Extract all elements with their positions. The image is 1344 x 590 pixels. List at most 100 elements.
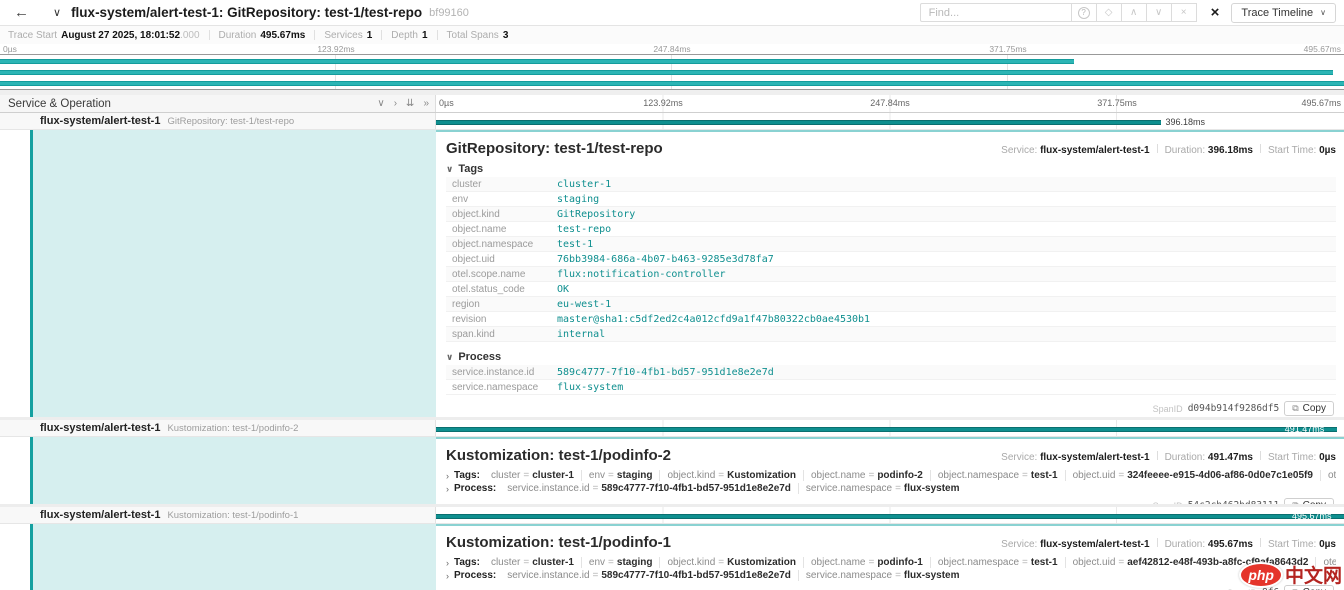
tags-collapsed-row[interactable]: › Tags: cluster=cluster-1env=stagingobje…	[446, 470, 1336, 481]
span-detail-meta: Service: flux-system/alert-test-1Duratio…	[1001, 451, 1336, 463]
chevron-down-icon: ∨	[446, 164, 453, 174]
span-row-podinfo-1[interactable]: flux-system/alert-test-1 Kustomization: …	[0, 507, 1344, 524]
span-detail-podinfo-1: Kustomization: test-1/podinfo-1 Service:…	[0, 524, 1344, 590]
timeline-header-row: Service & Operation ∨ › ⇊ » 0µs123.92ms2…	[0, 95, 1344, 113]
span-row-podinfo-2[interactable]: flux-system/alert-test-1 Kustomization: …	[0, 420, 1344, 437]
view-dropdown[interactable]: Trace Timeline ∨	[1231, 3, 1336, 23]
trace-timeline: Service & Operation ∨ › ⇊ » 0µs123.92ms2…	[0, 95, 1344, 590]
process-row: service.instance.id589c4777-7f10-4fb1-bd…	[446, 365, 1336, 380]
span-detail-meta: Service: flux-system/alert-test-1Duratio…	[1001, 538, 1336, 550]
span-operation-name: Kustomization: test-1/podinfo-2	[167, 423, 298, 434]
span-operation-name: GitRepository: test-1/test-repo	[167, 116, 294, 127]
span-duration-label: 396.18ms	[1165, 117, 1205, 127]
span-detail-title: GitRepository: test-1/test-repo	[446, 140, 663, 157]
tag-row: object.uid76bb3984-686a-4b07-b463-9285e3…	[446, 252, 1336, 267]
service-operation-header: Service & Operation	[8, 98, 377, 110]
trace-summary-bar: Trace StartAugust 27 2025, 18:01:52.000 …	[0, 26, 1344, 44]
tag-pill: object.kind=Kustomization	[660, 557, 804, 568]
minimap-span-bar	[0, 81, 1344, 86]
tag-row: otel.status_codeOK	[446, 282, 1336, 297]
span-detail-title: Kustomization: test-1/podinfo-2	[446, 447, 671, 464]
tag-pill: cluster=cluster-1	[484, 557, 582, 568]
span-duration-label: 495.67ms	[1292, 511, 1332, 521]
expand-one-icon[interactable]: ›	[394, 98, 397, 109]
chevron-right-icon: ›	[446, 471, 449, 481]
tag-row: object.kindGitRepository	[446, 207, 1336, 222]
tag-pill: object.name=podinfo-1	[804, 557, 931, 568]
php-logo: php	[1239, 562, 1283, 588]
tag-row: revisionmaster@sha1:c5df2ed2c4a012cfd9a1…	[446, 312, 1336, 327]
chevron-down-icon[interactable]: ∨	[53, 6, 61, 19]
span-duration-bar[interactable]	[436, 514, 1344, 519]
minimap-tick-labels: 0µs123.92ms247.84ms371.75ms495.67ms	[0, 44, 1344, 54]
span-duration-label: 491.47ms	[1285, 424, 1325, 434]
collapse-all-icon[interactable]: ⇊	[406, 98, 414, 109]
watermark-text: 中文网	[1285, 561, 1342, 588]
divider	[0, 417, 1344, 420]
span-row-gitrepository[interactable]: flux-system/alert-test-1 GitRepository: …	[0, 113, 1344, 130]
process-table: service.instance.id589c4777-7f10-4fb1-bd…	[446, 365, 1336, 395]
site-watermark: php 中文网	[1239, 561, 1342, 588]
help-icon: ?	[1078, 7, 1090, 19]
minimap-span-bar	[0, 59, 1074, 64]
find-input[interactable]	[920, 3, 1072, 22]
tags-collapsed-row[interactable]: › Tags: cluster=cluster-1env=stagingobje…	[446, 557, 1336, 568]
back-icon[interactable]: ←	[0, 4, 41, 21]
process-row: service.namespaceflux-system	[446, 380, 1336, 395]
tag-pill: object.name=podinfo-2	[804, 470, 931, 481]
tag-row: object.nametest-repo	[446, 222, 1336, 237]
tag-pill: object.namespace=test-1	[931, 557, 1066, 568]
span-service-name: flux-system/alert-test-1	[40, 422, 160, 434]
span-operation-name: Kustomization: test-1/podinfo-1	[167, 510, 298, 521]
trace-total-spans: Total Spans3	[447, 30, 509, 41]
tag-row: otel.scope.nameflux:notification-control…	[446, 267, 1336, 282]
timeline-tick-labels: 0µs123.92ms247.84ms371.75ms495.67ms	[436, 95, 1344, 112]
trace-duration: Duration495.67ms	[219, 30, 306, 41]
process-collapsed-row[interactable]: › Process: service.instance.id=589c4777-…	[446, 570, 1336, 581]
tags-section-toggle[interactable]: ∨Tags	[446, 163, 1336, 175]
tag-row: span.kindinternal	[446, 327, 1336, 342]
tag-pill: otel.scope.name=flux:notification-contro…	[1321, 470, 1336, 481]
close-icon[interactable]: ×	[1211, 4, 1220, 21]
span-service-name: flux-system/alert-test-1	[40, 115, 160, 127]
trace-services: Services1	[324, 30, 372, 41]
span-service-name: flux-system/alert-test-1	[40, 509, 160, 521]
process-pill: service.namespace=flux-system	[799, 570, 967, 581]
tag-row: object.namespacetest-1	[446, 237, 1336, 252]
trace-page-header: ← ∨ flux-system/alert-test-1: GitReposit…	[0, 0, 1344, 26]
collapse-one-icon[interactable]: ∨	[377, 98, 384, 109]
prev-result-button[interactable]: ∧	[1122, 3, 1147, 22]
tag-row: clustercluster-1	[446, 177, 1336, 192]
span-detail-podinfo-2: Kustomization: test-1/podinfo-2 Service:…	[0, 437, 1344, 504]
next-result-button[interactable]: ∨	[1147, 3, 1172, 22]
tag-row: regioneu-west-1	[446, 297, 1336, 312]
focus-result-button[interactable]: ◇	[1097, 3, 1122, 22]
expand-all-icon[interactable]: »	[423, 98, 429, 109]
span-duration-bar[interactable]	[436, 427, 1337, 432]
help-button[interactable]: ?	[1072, 3, 1097, 22]
copy-button[interactable]: ⧉ Copy	[1284, 401, 1334, 416]
tag-row: envstaging	[446, 192, 1336, 207]
process-pill: service.instance.id=589c4777-7f10-4fb1-b…	[500, 570, 799, 581]
trace-id: bf99160	[429, 7, 469, 19]
span-id-value: d094b914f9286df5	[1188, 403, 1280, 414]
view-dropdown-label: Trace Timeline	[1241, 7, 1313, 19]
tags-table: clustercluster-1envstagingobject.kindGit…	[446, 177, 1336, 342]
collapse-controls: ∨ › ⇊ »	[377, 98, 429, 109]
clear-search-button[interactable]: ×	[1172, 3, 1197, 22]
page-title: flux-system/alert-test-1: GitRepository:…	[71, 5, 422, 20]
process-pill: service.instance.id=589c4777-7f10-4fb1-b…	[500, 483, 799, 494]
tag-pill: env=staging	[582, 470, 661, 481]
process-section-toggle[interactable]: ∨Process	[446, 351, 1336, 363]
tag-pill: object.uid=324feeee-e915-4d06-af86-0d0e7…	[1066, 470, 1321, 481]
span-detail-meta: Service: flux-system/alert-test-1Duratio…	[1001, 144, 1336, 156]
minimap-span-bar	[0, 70, 1333, 75]
minimap-canvas[interactable]	[0, 54, 1344, 90]
span-duration-bar[interactable]	[436, 120, 1161, 125]
divider	[0, 504, 1344, 507]
span-detail-indent	[0, 524, 436, 590]
span-detail-title: Kustomization: test-1/podinfo-1	[446, 534, 671, 551]
chevron-down-icon: ∨	[446, 352, 453, 362]
process-collapsed-row[interactable]: › Process: service.instance.id=589c4777-…	[446, 483, 1336, 494]
span-graph-minimap[interactable]: 0µs123.92ms247.84ms371.75ms495.67ms	[0, 44, 1344, 90]
